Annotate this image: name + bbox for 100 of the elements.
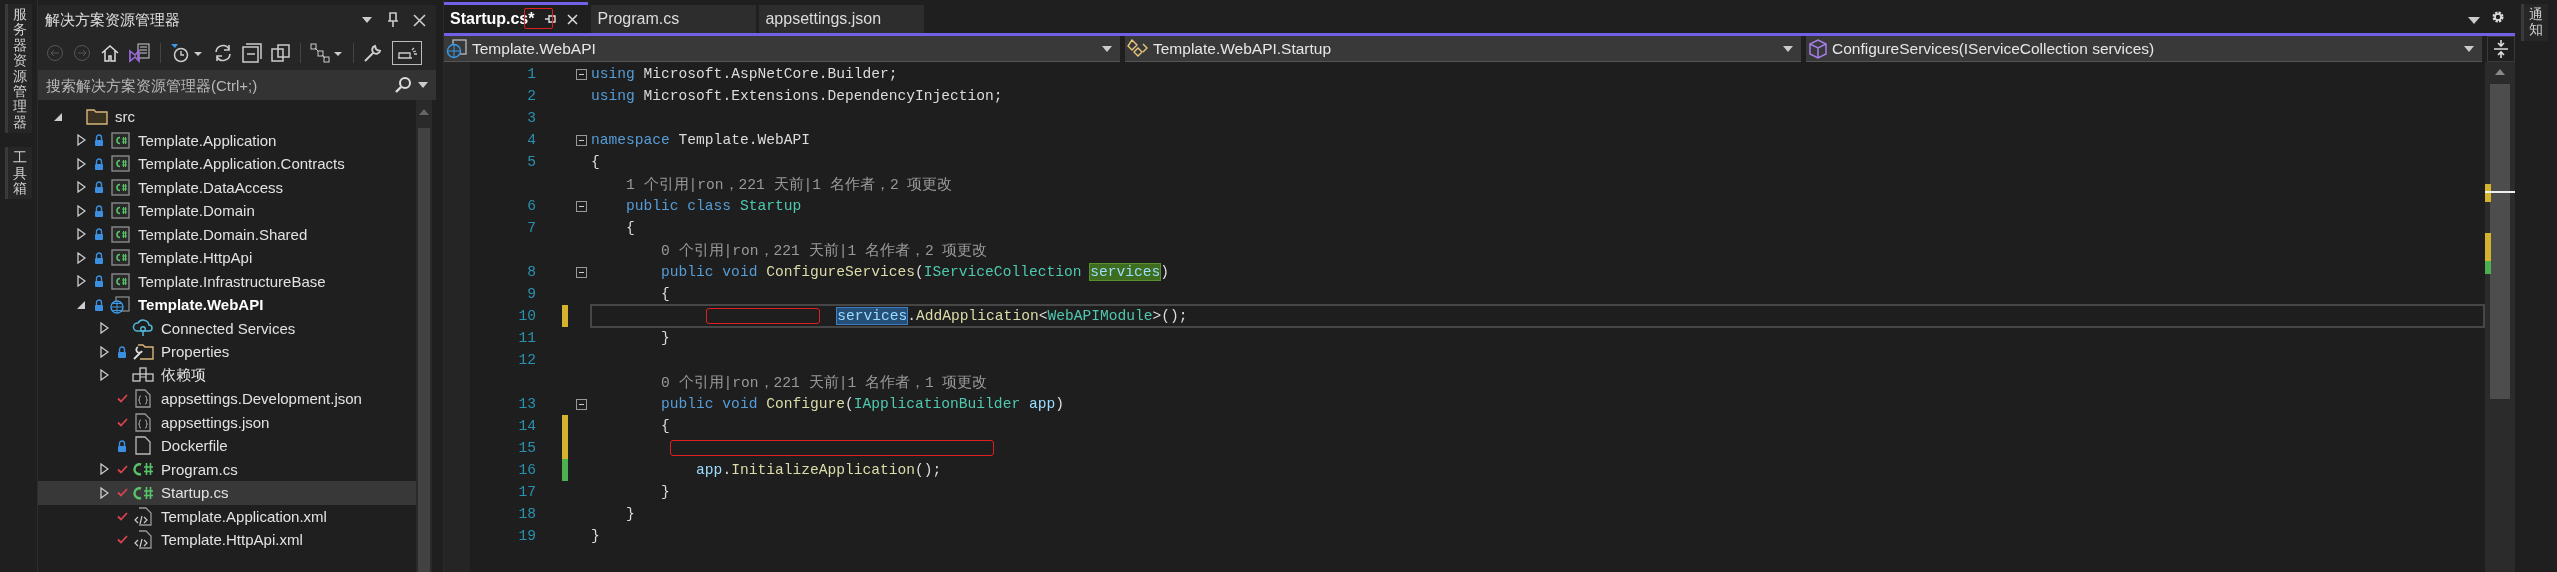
show-all-files-icon[interactable] — [271, 42, 291, 63]
parameter-name: services — [1090, 264, 1161, 280]
collapsed-arrow-icon[interactable] — [99, 463, 109, 476]
tree-item[interactable]: Template.Application.Contracts — [38, 152, 416, 176]
type-name: WebAPIModule — [1047, 308, 1153, 324]
switch-view-icon[interactable] — [129, 42, 151, 63]
scroll-up-icon[interactable] — [2494, 68, 2506, 76]
tree-item[interactable]: 依赖项 — [38, 363, 416, 387]
line-number: 10 — [518, 308, 536, 324]
code-lens: 0 个引用|ron，221 天前|1 名作者，2 项更改 — [661, 241, 988, 260]
settings-icon[interactable] — [2491, 10, 2505, 24]
dock-tab[interactable]: 工具箱 — [5, 147, 32, 200]
method-name: AddApplication — [916, 308, 1039, 324]
collapsed-arrow-icon[interactable] — [76, 134, 86, 147]
scroll-up-icon[interactable] — [418, 108, 430, 116]
node-graph-icon[interactable] — [310, 42, 344, 63]
dropdown-icon[interactable] — [1102, 45, 1112, 52]
tree-item[interactable]: appsettings.Development.json — [38, 387, 416, 411]
dropdown-icon[interactable] — [2468, 17, 2480, 24]
tree-item[interactable]: Template.DataAccess — [38, 175, 416, 199]
checkmark-icon — [116, 511, 128, 521]
scrollbar[interactable] — [2485, 62, 2515, 572]
tree-item[interactable]: Template.InfrastructureBase — [38, 269, 416, 293]
preview-icon[interactable] — [396, 45, 418, 60]
line-number: 8 — [527, 264, 536, 280]
tree-item[interactable]: Connected Services — [38, 316, 416, 340]
navigation-dropdown[interactable]: Template.WebAPI — [444, 36, 1120, 62]
collapsed-arrow-icon[interactable] — [99, 345, 109, 358]
collapsed-arrow-icon[interactable] — [99, 322, 109, 335]
tree-item[interactable]: Template.HttpApi — [38, 246, 416, 270]
navigation-dropdown[interactable]: ConfigureServices(IServiceCollection services) — [1806, 36, 2482, 62]
csharp-project-icon — [110, 155, 130, 173]
lock-icon — [94, 181, 104, 194]
wrench-icon[interactable] — [363, 42, 383, 63]
dock-tab[interactable]: 服务器资源管理器 — [5, 4, 32, 134]
collapsed-arrow-icon[interactable] — [99, 369, 109, 382]
search-field[interactable]: 搜索解决方案资源管理器(Ctrl+;) — [46, 76, 388, 94]
class-icon — [1127, 38, 1149, 59]
tree-item[interactable]: Properties — [38, 340, 416, 364]
collapsed-arrow-icon[interactable] — [76, 204, 86, 217]
editor-tab[interactable]: appsettings.json — [759, 5, 925, 33]
collapsed-arrow-icon[interactable] — [76, 157, 86, 170]
tree-item[interactable]: Template.Application — [38, 128, 416, 152]
dropdown-icon[interactable] — [2464, 45, 2474, 52]
pin-icon[interactable] — [544, 13, 558, 25]
tree-item[interactable]: Dockerfile — [38, 434, 416, 458]
tree-item[interactable]: Template.Application.xml — [38, 504, 416, 528]
tree-item[interactable]: Template.WebAPI — [38, 293, 416, 317]
code-text: Microsoft.AspNetCore.Builder; — [643, 66, 898, 82]
search-icon[interactable] — [394, 76, 412, 94]
tree-item[interactable]: Program.cs — [38, 457, 416, 481]
collapse-icon[interactable] — [575, 200, 587, 212]
tree-item[interactable]: Template.Domain — [38, 199, 416, 223]
navigation-dropdown[interactable]: Template.WebAPI.Startup — [1125, 36, 1801, 62]
code-text: ( — [915, 264, 924, 280]
expanded-arrow-icon[interactable] — [76, 299, 86, 310]
collapse-icon[interactable] — [575, 68, 587, 80]
web-project-icon — [110, 295, 130, 314]
search-bar[interactable]: 搜索解决方案资源管理器(Ctrl+;) — [38, 70, 436, 100]
csharp-project-icon — [110, 178, 130, 196]
collapse-icon[interactable] — [575, 266, 587, 278]
tree-item[interactable]: src — [38, 105, 416, 129]
expanded-arrow-icon[interactable] — [53, 111, 63, 122]
split-icon[interactable] — [2493, 39, 2509, 59]
dropdown-icon[interactable] — [418, 82, 428, 88]
close-icon[interactable] — [413, 13, 426, 27]
sync-icon[interactable] — [213, 42, 233, 63]
home-icon[interactable] — [100, 43, 120, 62]
scrollbar[interactable] — [416, 100, 432, 572]
dropdown-icon[interactable] — [361, 16, 373, 24]
pin-icon[interactable] — [387, 12, 399, 28]
collapsed-arrow-icon[interactable] — [76, 228, 86, 241]
collapse-icon[interactable] — [575, 134, 587, 146]
collapsed-arrow-icon[interactable] — [76, 181, 86, 194]
code-text: { — [661, 286, 670, 302]
code-text: ) — [1160, 264, 1170, 280]
collapsed-arrow-icon[interactable] — [76, 275, 86, 288]
csharp-project-icon — [110, 272, 130, 290]
editor-tab[interactable]: Program.cs — [591, 5, 757, 33]
tree-item[interactable]: Template.HttpApi.xml — [38, 528, 416, 552]
split-window-button[interactable] — [2487, 36, 2515, 62]
parameter-name: services — [837, 308, 908, 324]
tree-item[interactable]: Startup.cs — [38, 481, 416, 505]
line-number: 18 — [518, 506, 536, 522]
pending-changes-filter-icon[interactable] — [170, 42, 204, 63]
tree-item[interactable]: appsettings.json — [38, 410, 416, 434]
collapsed-arrow-icon[interactable] — [99, 486, 109, 499]
line-number: 11 — [518, 330, 536, 346]
line-number: 12 — [518, 352, 536, 368]
collapse-icon[interactable] — [575, 398, 587, 410]
dropdown-icon[interactable] — [1783, 45, 1793, 52]
code-text: < — [1038, 308, 1048, 324]
collapse-all-icon[interactable] — [242, 42, 262, 63]
dock-tab[interactable]: 通知 — [2521, 4, 2548, 41]
checkmark-icon — [116, 488, 128, 498]
code-text: Microsoft.Extensions.DependencyInjection; — [643, 88, 1003, 104]
close-icon[interactable] — [567, 13, 579, 25]
collapsed-arrow-icon[interactable] — [76, 251, 86, 264]
tree-item[interactable]: Template.Domain.Shared — [38, 222, 416, 246]
lock-icon — [94, 275, 104, 288]
